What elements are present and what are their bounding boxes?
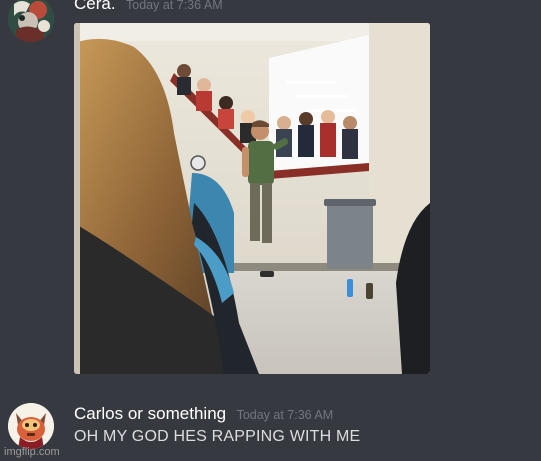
username[interactable]: Carlos or something <box>74 404 226 423</box>
message-text: OH MY GOD HES RAPPING WITH ME <box>74 428 361 445</box>
message-header: Carlos or something Today at 7:36 AM <box>74 404 333 424</box>
message-cera: Cera. Today at 7:36 AM <box>0 0 541 385</box>
timestamp: Today at 7:36 AM <box>126 0 223 12</box>
username[interactable]: Cera. <box>74 0 116 13</box>
image-attachment[interactable] <box>74 23 430 374</box>
avatar-image <box>8 403 54 449</box>
trash-can <box>324 199 376 269</box>
chat-log: Cera. Today at 7:36 AM Carlos or somethi… <box>0 0 541 461</box>
attachment-image <box>74 23 430 374</box>
timestamp: Today at 7:36 AM <box>236 408 334 422</box>
message-carlos: Carlos or something Today at 7:36 AM OH … <box>0 395 541 461</box>
avatar-image <box>8 0 54 42</box>
watermark: imgflip.com <box>4 446 60 458</box>
avatar[interactable] <box>8 403 54 449</box>
avatar[interactable] <box>8 0 54 42</box>
message-header: Cera. Today at 7:36 AM <box>74 0 223 14</box>
